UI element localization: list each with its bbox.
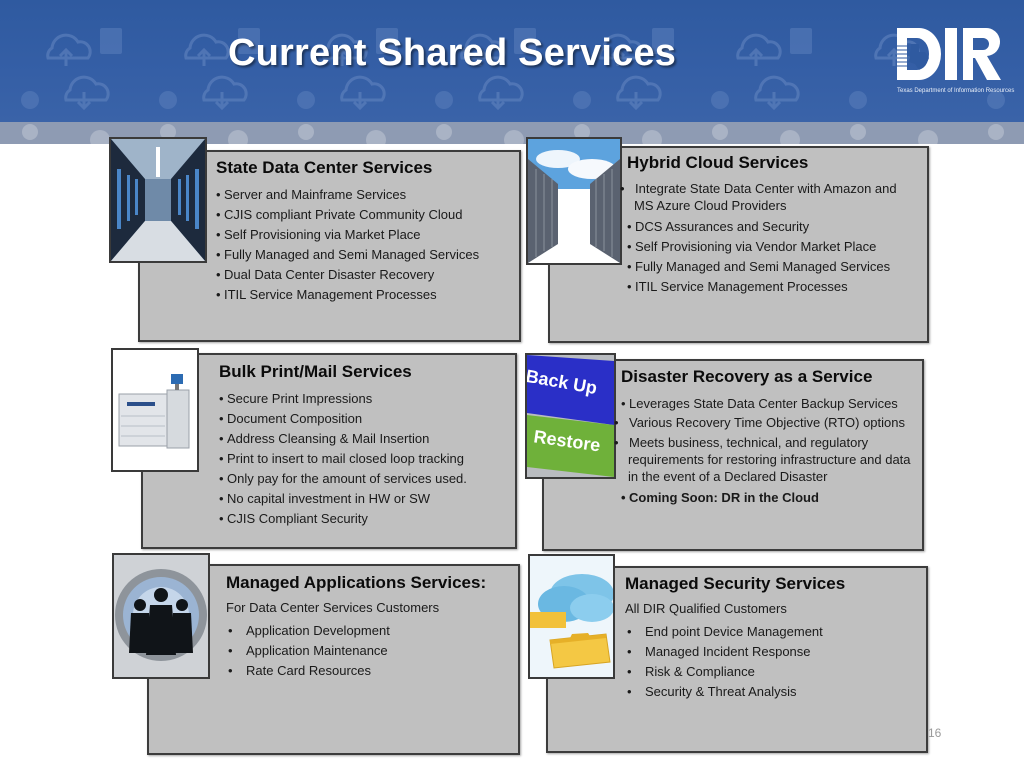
list-item: • Address Cleansing & Mail Insertion xyxy=(219,431,430,446)
list-item: • Application Development xyxy=(228,623,390,638)
card-body-managed-security: Managed Security Services All DIR Qualif… xyxy=(625,574,845,702)
card-subtitle: All DIR Qualified Customers xyxy=(625,601,787,616)
card-title: Hybrid Cloud Services xyxy=(627,153,809,172)
logo-tagline: Texas Department of Information Resource… xyxy=(897,88,1015,94)
card-body-disaster-recovery: Disaster Recovery as a Service • Leverage… xyxy=(614,367,919,508)
card-body-hybrid-cloud: Hybrid Cloud Services • Integrate State D… xyxy=(620,153,917,297)
list-item: • Various Recovery Time Objective (RTO) o… xyxy=(614,415,905,430)
data-center-aisle-image xyxy=(109,137,207,263)
list-item: • Print to insert to mail closed loop tra… xyxy=(219,451,464,466)
list-item: • Fully Managed and Semi Managed Services xyxy=(216,247,480,262)
list-item: • Risk & Compliance xyxy=(627,664,755,679)
list-item: • Dual Data Center Disaster Recovery xyxy=(216,267,435,282)
card-title: Disaster Recovery as a Service xyxy=(621,367,873,386)
list-item: • End point Device Management xyxy=(627,624,823,639)
list-item: • CJIS Compliant Security xyxy=(219,511,368,526)
bullet-list: • Integrate State Data Center with Amazon… xyxy=(620,180,917,297)
cloud-upload-icon xyxy=(46,33,92,66)
cloud-server-aisle-image xyxy=(526,137,622,265)
list-item: • Only pay for the amount of services use… xyxy=(219,471,467,486)
list-item: • Leverages State Data Center Backup Serv… xyxy=(621,396,898,411)
cloud-folders-image xyxy=(528,554,615,679)
list-item: • Security & Threat Analysis xyxy=(627,684,797,699)
list-item: • Integrate State Data Center with Amazon… xyxy=(620,181,897,213)
bullet-list: • Secure Print Impressions • Document Comp… xyxy=(219,389,467,529)
bullet-list: • End point Device Management • Managed In… xyxy=(625,622,845,702)
bullet-list: • Leverages State Data Center Backup Serv… xyxy=(614,394,919,508)
card-body-managed-applications: Managed Applications Services: For Data … xyxy=(226,573,486,681)
list-item: • Self Provisioning via Vendor Market Pla… xyxy=(627,239,877,254)
list-item: • ITIL Service Management Processes xyxy=(216,287,437,302)
card-body-bulk-print-mail: Bulk Print/Mail Services • Secure Print I… xyxy=(219,362,467,529)
list-item: • Self Provisioning via Market Place xyxy=(216,227,421,242)
header-banner: Current Shared Services Texas Department… xyxy=(0,0,1024,122)
card-title: Managed Applications Services: xyxy=(226,573,487,592)
card-title: Managed Security Services xyxy=(625,574,846,593)
bullet-list: • Server and Mainframe Services • CJIS com… xyxy=(216,185,479,305)
list-item: • Document Composition xyxy=(219,411,363,426)
list-item: • Managed Incident Response xyxy=(627,644,811,659)
list-item: • CJIS compliant Private Community Cloud xyxy=(216,207,463,222)
list-item: • Meets business, technical, and regulato… xyxy=(614,435,911,484)
list-item: • ITIL Service Management Processes xyxy=(627,279,848,294)
bullet-list: • Application Development • Application Ma… xyxy=(226,621,486,681)
card-body-state-data-center: State Data Center Services • Server and M… xyxy=(216,158,479,305)
page-number: 16 xyxy=(928,726,942,740)
list-item: • Rate Card Resources xyxy=(228,663,371,678)
list-item: • Fully Managed and Semi Managed Services xyxy=(627,259,891,274)
list-item: • Application Maintenance xyxy=(228,643,388,658)
card-title: Bulk Print/Mail Services xyxy=(219,362,412,381)
business-team-gear-image xyxy=(112,553,210,679)
backup-restore-keys-image: Back Up Restore xyxy=(525,353,616,479)
list-item: • Server and Mainframe Services xyxy=(216,187,407,202)
card-title: State Data Center Services xyxy=(216,158,433,177)
production-printer-image xyxy=(111,348,199,472)
card-subtitle: For Data Center Services Customers xyxy=(226,600,440,615)
slide-title: Current Shared Services xyxy=(228,32,677,74)
list-item: • Secure Print Impressions xyxy=(219,391,373,406)
list-item: • DCS Assurances and Security xyxy=(627,219,810,234)
list-item: • Coming Soon: DR in the Cloud xyxy=(621,490,819,505)
list-item: • No capital investment in HW or SW xyxy=(219,491,431,506)
